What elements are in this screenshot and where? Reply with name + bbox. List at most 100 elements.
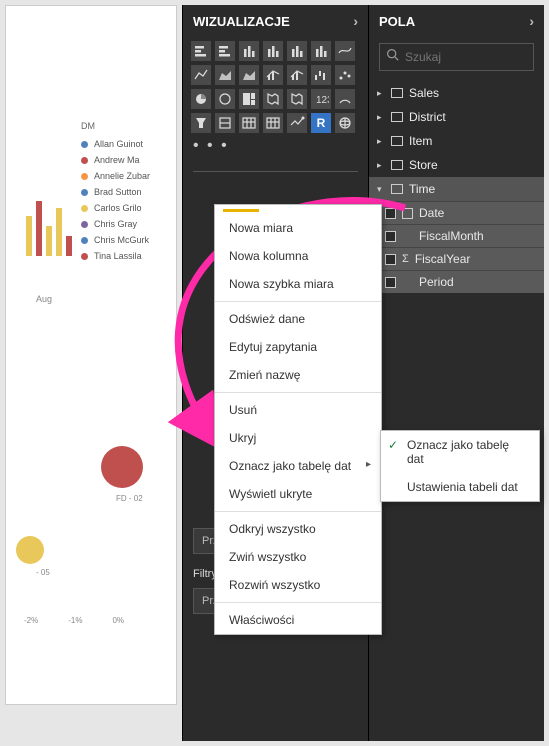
bubble-red (101, 446, 143, 488)
ctx-wyświetl-ukryte[interactable]: Wyświetl ukryte (215, 480, 381, 508)
ctx-nowa-szybka-miara[interactable]: Nowa szybka miara (215, 270, 381, 298)
checkbox[interactable] (385, 254, 396, 265)
ctx-rozwiń-wszystko[interactable]: Rozwiń wszystko (215, 571, 381, 599)
legend-item: Carlos Grilo (81, 203, 150, 213)
bar-chart (26, 186, 72, 256)
fields-header[interactable]: POLA › (369, 5, 544, 37)
ctx-usuń[interactable]: Usuń (215, 396, 381, 424)
table-icon (391, 136, 403, 146)
viz-column-line-icon[interactable] (311, 41, 331, 61)
date-table-settings-item[interactable]: Ustawienia tabeli dat (381, 473, 539, 501)
table-label: Store (409, 158, 438, 172)
viz-column-clustered-icon[interactable] (263, 41, 283, 61)
viz-scatter-icon[interactable] (335, 65, 355, 85)
ctx-nowa-miara[interactable]: Nowa miara (215, 214, 381, 242)
ctx-oznacz-jako-tabelę-dat[interactable]: Oznacz jako tabelę dat▸ (215, 452, 381, 480)
ctx-edytuj-zapytania[interactable]: Edytuj zapytania (215, 333, 381, 361)
more-visuals-icon[interactable]: • • • (183, 133, 368, 161)
axis-month: Aug (36, 294, 52, 304)
viz-pie-icon[interactable] (191, 89, 211, 109)
table-item[interactable]: ▸ Item (369, 129, 544, 153)
bubble-yellow (16, 536, 44, 564)
caret-icon: ▸ (377, 160, 385, 171)
field-period[interactable]: Period (369, 270, 544, 293)
svg-text:123: 123 (316, 95, 329, 106)
checkbox[interactable] (385, 231, 396, 242)
field-date[interactable]: Date (369, 201, 544, 224)
submenu-arrow-icon: ▸ (366, 459, 371, 470)
check-icon: ✓ (388, 438, 398, 452)
ctx-item-label: Rozwiń wszystko (229, 578, 320, 592)
ctx-item-label: Nowa kolumna (229, 249, 308, 263)
ctx-item-label: Nowa szybka miara (229, 277, 334, 291)
table-label: Time (409, 182, 435, 196)
table-label: District (409, 110, 446, 124)
fields-search[interactable] (379, 43, 534, 71)
table-label: Sales (409, 86, 439, 100)
ctx-item-label: Wyświetl ukryte (229, 487, 312, 501)
caret-icon: ▸ (377, 136, 385, 147)
table-time[interactable]: ▾ Time (369, 177, 544, 201)
table-label: Item (409, 134, 432, 148)
table-icon (391, 184, 403, 194)
viz-column-stacked-icon[interactable] (239, 41, 259, 61)
viz-donut-icon[interactable] (215, 89, 235, 109)
field-fiscalmonth[interactable]: FiscalMonth (369, 224, 544, 247)
field-label: FiscalYear (415, 252, 471, 266)
table-sales[interactable]: ▸ Sales (369, 81, 544, 105)
viz-waterfall-icon[interactable] (311, 65, 331, 85)
search-input[interactable] (405, 50, 527, 64)
report-canvas: DM Allan Guinot Andrew Ma Annelie Zubar … (5, 5, 177, 705)
tables-list: ▸ Sales▸ District▸ Item▸ Store▾ TimeDate… (369, 81, 544, 293)
ctx-właściwości[interactable]: Właściwości (215, 606, 381, 634)
viz-matrix-icon[interactable] (263, 113, 283, 133)
viz-area-icon[interactable] (215, 65, 235, 85)
viz-slicer-icon[interactable] (215, 113, 235, 133)
bubble-label: - 05 (36, 568, 50, 577)
legend-item: Andrew Ma (81, 155, 150, 165)
ctx-odśwież-dane[interactable]: Odśwież dane (215, 305, 381, 333)
legend-item: Chris Gray (81, 219, 150, 229)
viz-r-visual-icon[interactable]: R (311, 113, 331, 133)
ctx-zwiń-wszystko[interactable]: Zwiń wszystko (215, 543, 381, 571)
viz-funnel-icon[interactable] (191, 113, 211, 133)
viz-table-icon[interactable] (239, 113, 259, 133)
search-icon (386, 48, 399, 66)
viz-ribbon-icon[interactable] (335, 41, 355, 61)
field-fiscalyear[interactable]: ΣFiscalYear (369, 247, 544, 270)
viz-bar-clustered-icon[interactable] (215, 41, 235, 61)
viz-bar-stacked-icon[interactable] (191, 41, 211, 61)
table-district[interactable]: ▸ District (369, 105, 544, 129)
viz-area-stacked-icon[interactable] (239, 65, 259, 85)
viz-map-icon[interactable] (263, 89, 283, 109)
ctx-odkryj-wszystko[interactable]: Odkryj wszystko (215, 515, 381, 543)
x-ticks: -2% -1% 0% (24, 616, 124, 625)
checkbox[interactable] (385, 208, 396, 219)
table-icon (391, 112, 403, 122)
viz-treemap-icon[interactable] (239, 89, 259, 109)
field-label: Period (419, 275, 454, 289)
viz-kpi-icon[interactable] (287, 113, 307, 133)
ctx-item-label: Odśwież dane (229, 312, 305, 326)
viz-globe-icon[interactable] (335, 113, 355, 133)
legend: DM Allan Guinot Andrew Ma Annelie Zubar … (81, 121, 150, 267)
ctx-item-label: Odkryj wszystko (229, 522, 316, 536)
viz-line-icon[interactable] (191, 65, 211, 85)
viz-combo2-icon[interactable] (287, 65, 307, 85)
legend-item: Chris McGurk (81, 235, 150, 245)
caret-icon: ▾ (377, 184, 385, 195)
checkbox[interactable] (385, 277, 396, 288)
visualizations-header[interactable]: WIZUALIZACJE › (183, 5, 368, 37)
mark-as-date-table-item[interactable]: ✓ Oznacz jako tabelę dat (381, 431, 539, 473)
ctx-ukryj[interactable]: Ukryj (215, 424, 381, 452)
calendar-icon (402, 208, 413, 219)
viz-column-100-icon[interactable] (287, 41, 307, 61)
table-store[interactable]: ▸ Store (369, 153, 544, 177)
viz-filled-map-icon[interactable] (287, 89, 307, 109)
ctx-zmień-nazwę[interactable]: Zmień nazwę (215, 361, 381, 389)
viz-card-icon[interactable]: 123 (311, 89, 331, 109)
ctx-nowa-kolumna[interactable]: Nowa kolumna (215, 242, 381, 270)
ctx-item-label: Zmień nazwę (229, 368, 300, 382)
viz-gauge-icon[interactable] (335, 89, 355, 109)
viz-combo-icon[interactable] (263, 65, 283, 85)
